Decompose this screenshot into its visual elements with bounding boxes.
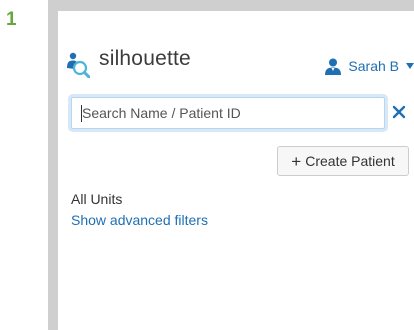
app-screen: silhouette Sarah B + Create Patient All …	[58, 11, 414, 330]
caret-down-icon	[406, 63, 414, 69]
app-logo-text: silhouette	[99, 47, 191, 70]
close-icon[interactable]	[392, 105, 406, 119]
search-input[interactable]	[82, 98, 372, 128]
units-filter-label: All Units	[71, 191, 123, 207]
user-name: Sarah B	[348, 58, 399, 74]
show-advanced-filters-link[interactable]: Show advanced filters	[71, 212, 208, 228]
search-field	[71, 97, 385, 129]
create-patient-button[interactable]: + Create Patient	[277, 146, 409, 176]
text-cursor	[81, 105, 82, 122]
step-number: 1	[6, 9, 17, 30]
create-patient-label: Create Patient	[305, 153, 395, 169]
app-header: silhouette Sarah B	[58, 45, 414, 91]
plus-icon: +	[291, 151, 302, 171]
user-menu[interactable]: Sarah B	[325, 55, 414, 77]
person-search-icon	[67, 52, 90, 78]
user-icon	[325, 58, 342, 75]
